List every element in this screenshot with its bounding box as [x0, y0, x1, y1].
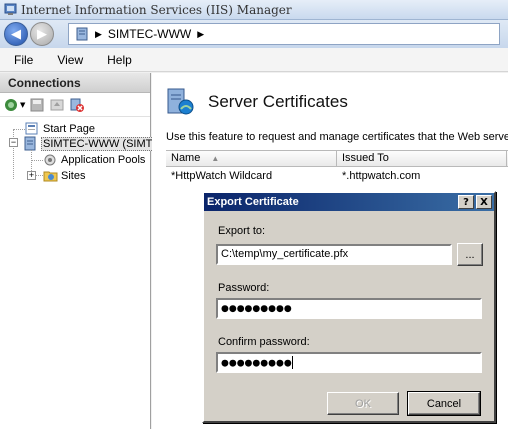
tree-item-application-pools[interactable]: Application Pools — [43, 152, 145, 167]
confirm-password-label: Confirm password: — [218, 336, 310, 348]
table-row[interactable]: *HttpWatch Wildcard *.httpwatch.com — [166, 168, 508, 185]
forward-arrow-icon: ▶ — [37, 26, 47, 42]
tree-item-server[interactable]: SIMTEC-WWW (SIMTEC — [23, 136, 170, 151]
server-icon — [76, 27, 88, 41]
menu-file[interactable]: File — [0, 53, 43, 67]
tree-item-start-page[interactable]: Start Page — [25, 121, 95, 136]
connect-icon[interactable] — [4, 97, 20, 113]
dialog-title: Export Certificate — [207, 196, 299, 208]
forward-button[interactable]: ▶ — [30, 22, 54, 46]
export-certificate-dialog: Export Certificate ? X Export to: C:\tem… — [202, 191, 496, 423]
menu-bar: File View Help — [0, 48, 508, 72]
tree-label-server: SIMTEC-WWW (SIMTEC — [41, 136, 170, 151]
remove-connection-icon[interactable] — [69, 97, 85, 113]
column-header-issued-to[interactable]: Issued To — [342, 152, 389, 164]
export-path-field[interactable]: C:\temp\my_certificate.pfx — [216, 244, 452, 265]
tree-label-start-page: Start Page — [43, 122, 95, 135]
expand-sites-icon[interactable]: + — [27, 171, 36, 180]
ok-button[interactable]: OK — [327, 392, 399, 415]
certificates-grid-header: Name ▲ Issued To — [166, 150, 508, 167]
server-certificates-icon — [167, 88, 194, 115]
back-arrow-icon: ◀ — [11, 26, 21, 42]
window-titlebar: Internet Information Services (IIS) Mana… — [0, 0, 508, 20]
breadcrumb-separator-icon[interactable]: ▶ — [197, 29, 204, 40]
cell-issued-to: *.httpwatch.com — [342, 170, 421, 182]
tree-label-sites: Sites — [61, 169, 86, 182]
connect-dropdown-icon[interactable]: ▼ — [20, 101, 25, 109]
back-button[interactable]: ◀ — [4, 22, 28, 46]
text-cursor — [291, 356, 293, 369]
server-icon — [24, 136, 36, 151]
up-icon[interactable] — [49, 97, 65, 113]
menu-help[interactable]: Help — [93, 53, 142, 67]
address-bar[interactable]: ▶ SIMTEC-WWW ▶ — [68, 23, 500, 45]
application-pools-icon — [44, 154, 56, 166]
window-title: Internet Information Services (IIS) Mana… — [21, 2, 292, 17]
connections-header: Connections — [0, 73, 150, 93]
page-description: Use this feature to request and manage c… — [166, 131, 508, 143]
page-header: Server Certificates — [164, 87, 348, 117]
close-button[interactable]: X — [476, 195, 492, 209]
password-field[interactable]: ●●●●●●●●● — [216, 298, 482, 319]
dialog-titlebar: Export Certificate ? X — [204, 193, 494, 211]
password-label: Password: — [218, 282, 270, 294]
confirm-password-field[interactable]: ●●●●●●●●● — [216, 352, 482, 373]
tree-item-sites[interactable]: Sites — [43, 168, 85, 183]
sort-ascending-icon: ▲ — [211, 154, 220, 163]
tree-label-application-pools: Application Pools — [61, 153, 146, 166]
cancel-button[interactable]: Cancel — [407, 391, 481, 416]
start-page-icon — [25, 122, 38, 135]
column-header-name[interactable]: Name ▲ — [171, 152, 219, 164]
cell-name: *HttpWatch Wildcard — [171, 170, 273, 182]
sites-folder-icon — [43, 171, 58, 182]
connections-pane: Connections ▼ Start Page − SIMTEC-WWW (S… — [0, 73, 170, 429]
iis-app-icon — [4, 3, 17, 15]
help-button[interactable]: ? — [458, 195, 474, 209]
export-to-label: Export to: — [218, 225, 266, 237]
breadcrumb-separator-icon: ▶ — [95, 28, 102, 39]
save-icon[interactable] — [29, 97, 45, 113]
menu-view[interactable]: View — [43, 53, 93, 67]
connections-toolbar: ▼ — [0, 93, 150, 117]
browse-button[interactable]: ... — [457, 243, 483, 266]
collapse-server-icon[interactable]: − — [9, 138, 18, 147]
page-title: Server Certificates — [208, 92, 348, 111]
navigation-bar: ◀ ▶ ▶ SIMTEC-WWW ▶ — [0, 20, 508, 48]
breadcrumb-server[interactable]: SIMTEC-WWW — [108, 27, 191, 41]
